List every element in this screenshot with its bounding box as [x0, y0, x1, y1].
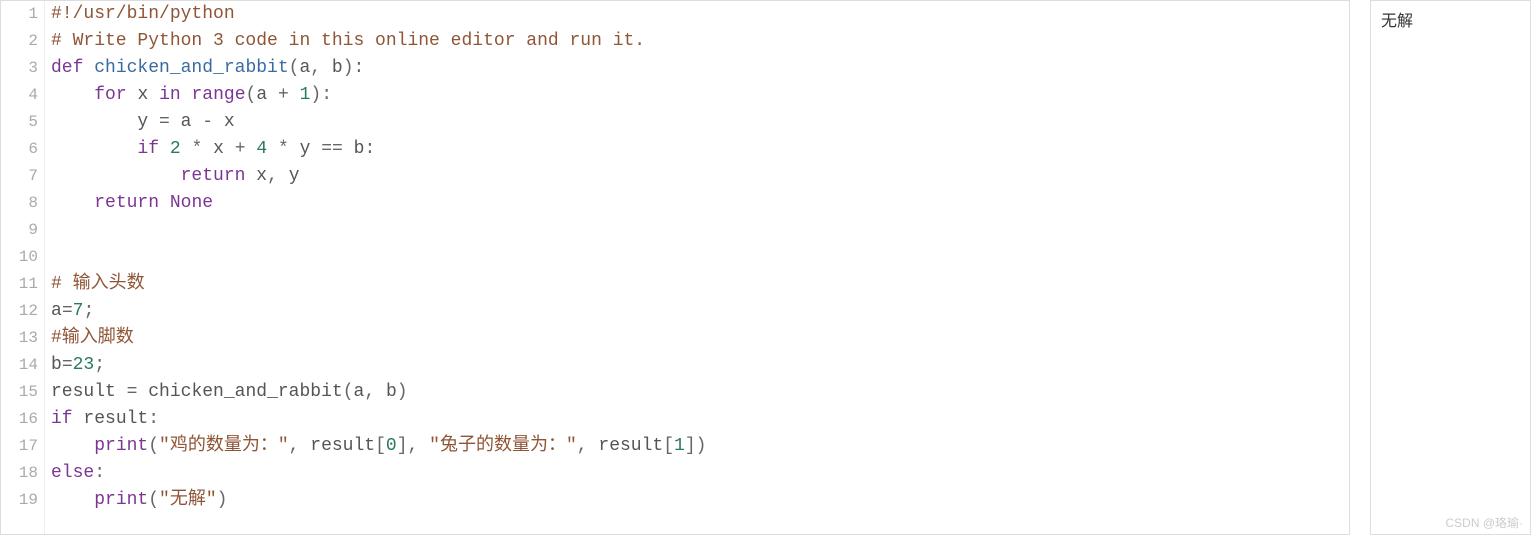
line-number: 18	[1, 460, 38, 487]
code-line[interactable]	[51, 217, 1349, 244]
keyword-for: for	[94, 85, 126, 105]
comment: #输入脚数	[51, 328, 134, 348]
keyword-def: def	[51, 58, 83, 78]
code-line[interactable]: print("鸡的数量为：", result[0], "兔子的数量为：", re…	[51, 433, 1349, 460]
code-line[interactable]: def chicken_and_rabbit(a, b):	[51, 55, 1349, 82]
keyword-return: return	[94, 193, 159, 213]
line-number: 9	[1, 217, 38, 244]
code-line[interactable]: #!/usr/bin/python	[51, 1, 1349, 28]
code-line[interactable]	[51, 244, 1349, 271]
line-number: 1	[1, 1, 38, 28]
line-number: 17	[1, 433, 38, 460]
keyword-else: else	[51, 463, 94, 483]
line-number: 11	[1, 271, 38, 298]
code-content[interactable]: #!/usr/bin/python # Write Python 3 code …	[45, 1, 1349, 534]
keyword-if: if	[51, 409, 73, 429]
builtin-print: print	[94, 490, 148, 510]
code-editor-panel[interactable]: 1 2 3 4 5 6 7 8 9 10 11 12 13 14 15 16 1…	[0, 0, 1350, 535]
watermark: CSDN @珞瑜·	[1445, 514, 1523, 531]
code-line[interactable]: return x, y	[51, 163, 1349, 190]
line-number: 6	[1, 136, 38, 163]
line-number: 2	[1, 28, 38, 55]
line-number-gutter: 1 2 3 4 5 6 7 8 9 10 11 12 13 14 15 16 1…	[1, 1, 45, 534]
line-number: 3	[1, 55, 38, 82]
line-number: 12	[1, 298, 38, 325]
line-number: 14	[1, 352, 38, 379]
builtin-print: print	[94, 436, 148, 456]
line-number: 8	[1, 190, 38, 217]
comment: # 输入头数	[51, 274, 145, 294]
line-number: 7	[1, 163, 38, 190]
code-line[interactable]: print("无解")	[51, 487, 1349, 514]
keyword-none: None	[170, 193, 213, 213]
code-line[interactable]: result = chicken_and_rabbit(a, b)	[51, 379, 1349, 406]
code-line[interactable]: y = a - x	[51, 109, 1349, 136]
line-number: 15	[1, 379, 38, 406]
code-line[interactable]: b=23;	[51, 352, 1349, 379]
code-line[interactable]: a=7;	[51, 298, 1349, 325]
line-number: 10	[1, 244, 38, 271]
comment: # Write Python 3 code in this online edi…	[51, 31, 645, 51]
line-number: 16	[1, 406, 38, 433]
code-line[interactable]: # Write Python 3 code in this online edi…	[51, 28, 1349, 55]
line-number: 5	[1, 109, 38, 136]
output-text: 无解	[1381, 7, 1520, 31]
code-line[interactable]: else:	[51, 460, 1349, 487]
shebang: #!/usr/bin/python	[51, 4, 235, 24]
code-line[interactable]: if result:	[51, 406, 1349, 433]
function-name: chicken_and_rabbit	[94, 58, 288, 78]
line-number: 4	[1, 82, 38, 109]
output-panel: 无解	[1370, 0, 1531, 535]
keyword-return: return	[181, 166, 246, 186]
code-line[interactable]: # 输入头数	[51, 271, 1349, 298]
builtin-range: range	[191, 85, 245, 105]
code-line[interactable]: if 2 * x + 4 * y == b:	[51, 136, 1349, 163]
code-line[interactable]: for x in range(a + 1):	[51, 82, 1349, 109]
code-line[interactable]: #输入脚数	[51, 325, 1349, 352]
code-line[interactable]: return None	[51, 190, 1349, 217]
line-number: 13	[1, 325, 38, 352]
keyword-if: if	[137, 139, 159, 159]
keyword-in: in	[159, 85, 181, 105]
line-number: 19	[1, 487, 38, 514]
